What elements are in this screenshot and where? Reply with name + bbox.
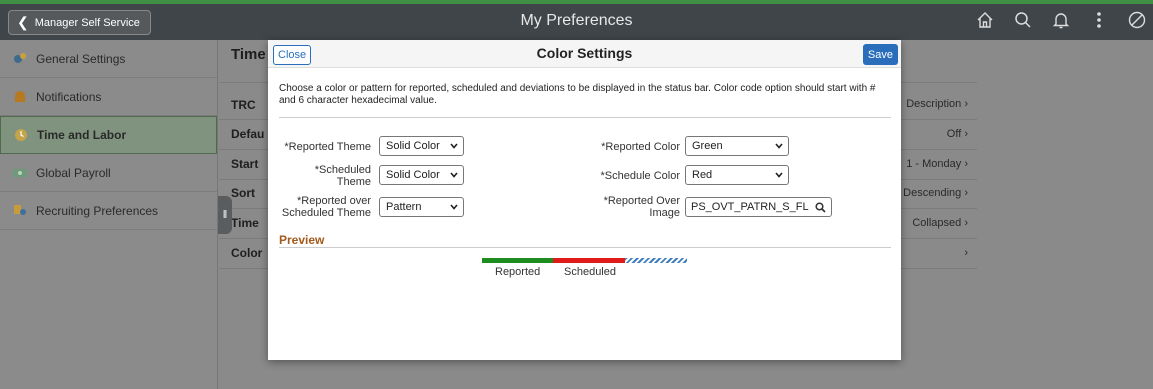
color-settings-modal: Close Color Settings Save Choose a color… <box>268 40 901 360</box>
preview-title: Preview <box>279 233 325 247</box>
sidebar-item-label: Time and Labor <box>37 128 127 142</box>
chevron-down-icon <box>450 204 458 210</box>
row-label-trc: TRC <box>231 98 256 112</box>
recruiting-icon <box>14 204 26 215</box>
chevron-down-icon <box>775 143 783 149</box>
sidebar-item-global-payroll[interactable]: Global Payroll <box>0 154 217 192</box>
reported-theme-select[interactable]: Solid Color <box>379 136 464 156</box>
scheduled-theme-select[interactable]: Solid Color <box>379 165 464 185</box>
row-label-time: Time <box>231 216 259 230</box>
row-value-default[interactable]: Off › <box>947 128 968 140</box>
navbar-icon[interactable] <box>1127 10 1147 30</box>
reported-color-label: *Reported Color <box>601 141 680 153</box>
reported-legend-label: Reported <box>495 266 541 278</box>
chevron-down-icon <box>775 172 783 178</box>
sidebar-item-recruiting-preferences[interactable]: Recruiting Preferences <box>0 192 217 230</box>
row-label-start: Start <box>231 157 259 171</box>
row-value-start[interactable]: 1 - Monday › <box>906 158 968 170</box>
chevron-down-icon <box>450 172 458 178</box>
bell-icon[interactable] <box>1051 10 1071 30</box>
top-bar: ❮ Manager Self Service My Preferences <box>0 0 1153 40</box>
clock-icon <box>15 129 27 141</box>
reported-over-image-input[interactable]: PS_OVT_PATRN_S_FL <box>685 197 832 217</box>
search-icon[interactable] <box>1013 10 1033 30</box>
divider <box>279 247 891 248</box>
reported-bar <box>482 258 553 263</box>
more-icon[interactable] <box>1089 10 1109 30</box>
row-label-default: Defau <box>231 127 265 141</box>
sidebar-item-label: Notifications <box>36 89 102 104</box>
row-value-trc[interactable]: Description › <box>906 98 968 110</box>
reported-color-select[interactable]: Green <box>685 136 789 156</box>
save-button[interactable]: Save <box>862 44 898 65</box>
modal-title: Color Settings <box>536 45 633 61</box>
reported-over-image-label: *Reported Over Image <box>603 195 680 219</box>
schedule-color-label: *Schedule Color <box>600 170 681 182</box>
modal-header: Close Color Settings Save <box>268 40 901 68</box>
bell-warning-icon <box>14 90 26 102</box>
scheduled-bar <box>553 258 625 263</box>
reported-over-scheduled-pattern-bar <box>625 258 687 263</box>
section-title: Time <box>231 46 266 63</box>
row-value-time[interactable]: Collapsed › <box>912 217 968 229</box>
sidebar: General Settings Notifications Time and … <box>0 40 218 389</box>
sidebar-item-notifications[interactable]: Notifications <box>0 78 217 116</box>
divider <box>279 117 891 118</box>
row-value-sort[interactable]: Descending › <box>903 187 968 199</box>
search-icon[interactable] <box>815 202 826 213</box>
sidebar-item-label: Global Payroll <box>36 165 111 180</box>
row-label-sort: Sort <box>231 186 255 200</box>
payroll-icon <box>13 168 27 177</box>
sidebar-item-label: Recruiting Preferences <box>36 203 159 218</box>
scheduled-legend-label: Scheduled <box>564 266 616 278</box>
schedule-color-select[interactable]: Red <box>685 165 789 185</box>
collapse-panel-handle[interactable]: ‖ <box>218 196 232 234</box>
instructions-text: Choose a color or pattern for reported, … <box>279 83 876 106</box>
sidebar-item-label: General Settings <box>36 51 126 66</box>
sidebar-item-time-and-labor[interactable]: Time and Labor <box>0 116 217 154</box>
chevron-down-icon <box>450 143 458 149</box>
gear-person-icon <box>14 52 26 63</box>
scheduled-theme-label: *Scheduled Theme <box>314 164 371 188</box>
reported-over-scheduled-theme-label: *Reported over Scheduled Theme <box>281 195 371 219</box>
reported-theme-label: *Reported Theme <box>284 141 371 153</box>
row-value-color[interactable]: › <box>964 247 968 259</box>
reported-over-scheduled-theme-select[interactable]: Pattern <box>379 197 464 217</box>
home-icon[interactable] <box>975 10 995 30</box>
row-label-color: Color <box>231 246 263 260</box>
sidebar-item-general-settings[interactable]: General Settings <box>0 40 217 78</box>
